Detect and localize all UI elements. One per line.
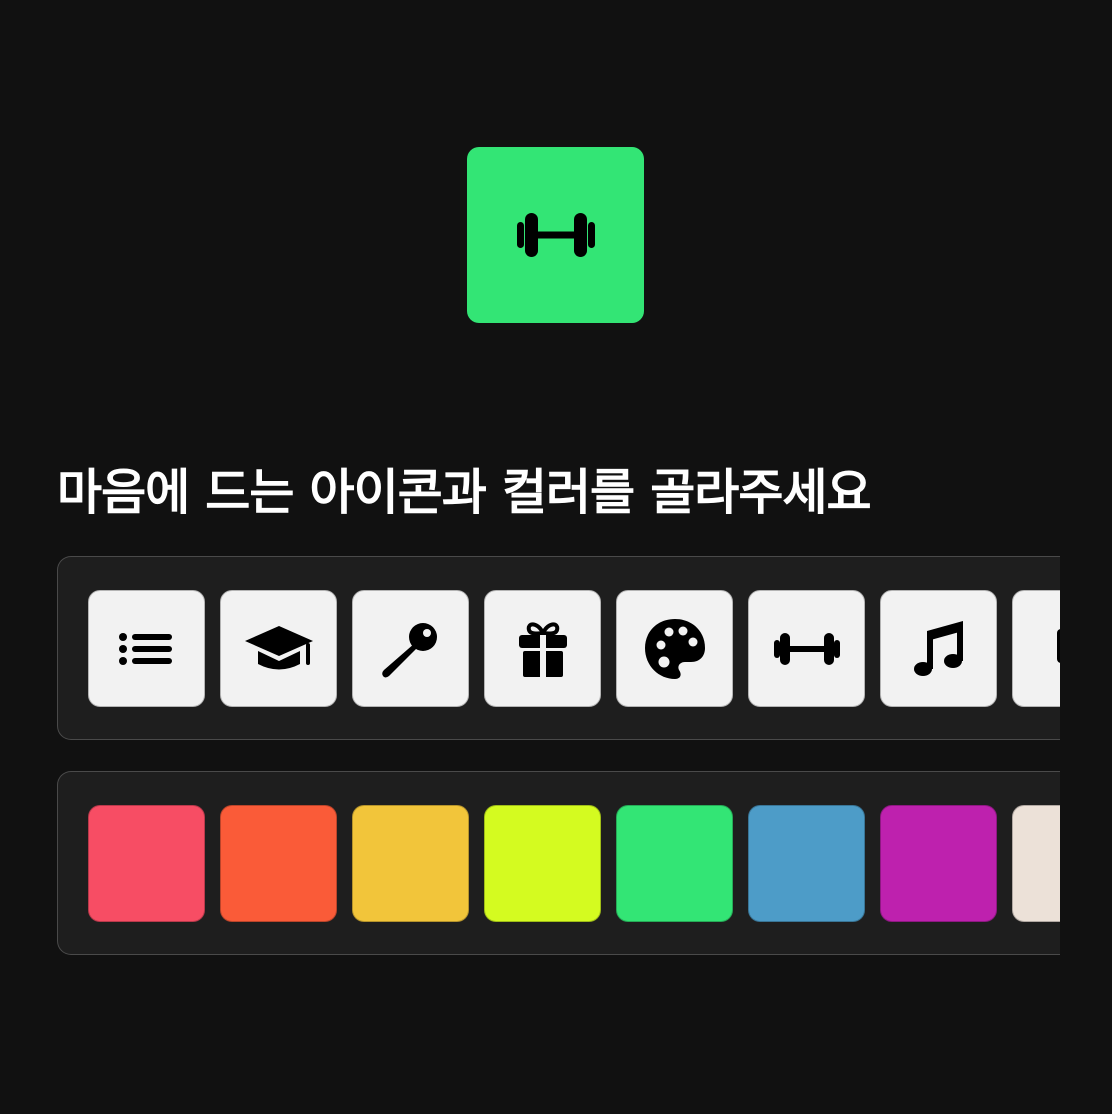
icon-option-palette[interactable] <box>616 590 733 707</box>
icon-option-desktop[interactable] <box>1012 590 1060 707</box>
color-picker[interactable] <box>57 771 1060 955</box>
icon-option-list[interactable] <box>88 590 205 707</box>
page-title: 마음에 드는 아이콘과 컬러를 골라주세요 <box>57 464 872 521</box>
color-swatch-green[interactable] <box>616 805 733 922</box>
music-note-icon <box>913 620 963 676</box>
color-swatch-orange[interactable] <box>220 805 337 922</box>
color-swatch-beige[interactable] <box>1012 805 1060 922</box>
color-swatch-yellow[interactable] <box>352 805 469 922</box>
color-list <box>88 805 1060 922</box>
color-swatch-blue[interactable] <box>748 805 865 922</box>
icon-option-gift[interactable] <box>484 590 601 707</box>
key-icon <box>381 622 437 677</box>
dumbbell-icon <box>516 213 595 257</box>
icon-list <box>88 590 1060 707</box>
color-swatch-purple[interactable] <box>880 805 997 922</box>
icon-option-graduation-cap[interactable] <box>220 590 337 707</box>
icon-option-dumbbell[interactable] <box>748 590 865 707</box>
desktop-icon <box>1056 628 1060 663</box>
icon-color-picker-screen: 마음에 드는 아이콘과 컬러를 골라주세요 <box>0 0 1112 1114</box>
color-swatch-lime[interactable] <box>484 805 601 922</box>
graduation-cap-icon <box>244 625 313 669</box>
palette-icon <box>644 618 705 679</box>
gift-icon <box>518 621 567 677</box>
selected-icon-preview <box>467 147 644 323</box>
icon-picker[interactable] <box>57 556 1060 740</box>
list-icon <box>118 632 172 665</box>
icon-option-music-note[interactable] <box>880 590 997 707</box>
color-swatch-red[interactable] <box>88 805 205 922</box>
dumbbell-icon <box>773 632 840 665</box>
icon-option-key[interactable] <box>352 590 469 707</box>
